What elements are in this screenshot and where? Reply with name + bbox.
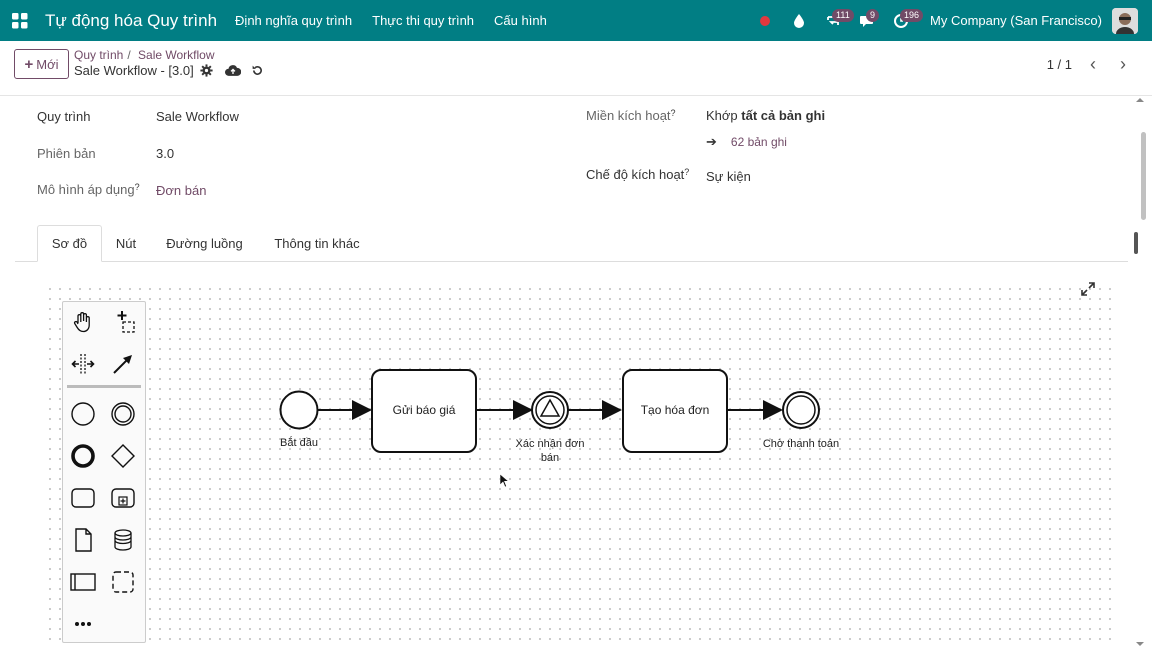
discard-icon[interactable] xyxy=(251,64,264,77)
breadcrumb-sale-workflow[interactable]: Sale Workflow xyxy=(138,48,214,62)
task-create-invoice-label: Tạo hóa đơn xyxy=(641,403,710,417)
new-button-label: Mới xyxy=(36,56,59,72)
intermediate-event-label-line2: bán xyxy=(541,452,559,464)
company-switcher[interactable]: My Company (San Francisco) xyxy=(930,13,1102,28)
more-tools-icon[interactable] xyxy=(67,608,99,640)
record-title: Sale Workflow - [3.0] xyxy=(74,63,264,78)
chevron-left-icon[interactable]: ‹ xyxy=(1078,51,1108,77)
top-navbar: Tự động hóa Quy trình Định nghĩa quy trì… xyxy=(0,0,1152,41)
intermediate-event-tool-icon[interactable] xyxy=(107,398,139,430)
form-sheet: Quy trình Sale Workflow Phiên bản 3.0 Mô… xyxy=(15,96,1128,648)
messages-icon[interactable]: 9 xyxy=(854,8,880,34)
drop-icon[interactable] xyxy=(786,8,812,34)
end-event-tool-icon[interactable] xyxy=(67,440,99,472)
apps-menu-icon[interactable] xyxy=(0,0,40,41)
task-send-quote-label: Gửi báo giá xyxy=(393,403,456,417)
page-scrollbar[interactable] xyxy=(1128,96,1152,648)
pool-tool-icon[interactable] xyxy=(67,566,99,598)
subprocess-tool-icon[interactable] xyxy=(107,482,139,514)
palette-separator xyxy=(67,385,141,388)
menu-configuration[interactable]: Cấu hình xyxy=(494,13,547,28)
menu-process-definition[interactable]: Định nghĩa quy trình xyxy=(235,13,352,28)
connect-tool-icon[interactable] xyxy=(107,348,139,380)
cloud-save-icon[interactable] xyxy=(224,64,241,77)
start-event[interactable] xyxy=(279,390,319,430)
control-panel: + Mới Quy trình / Sale Workflow Sale Workf… xyxy=(0,41,1152,96)
start-event-label: Bắt đầu xyxy=(280,436,318,449)
bpmn-palette xyxy=(62,301,146,643)
pager-value[interactable]: 1 / 1 xyxy=(1047,57,1072,72)
breadcrumb: Quy trình / Sale Workflow xyxy=(74,48,219,62)
clock-icon[interactable]: 196 xyxy=(888,8,924,34)
group-tool-icon[interactable] xyxy=(107,566,139,598)
task-tool-icon[interactable] xyxy=(67,482,99,514)
activity-badge: 111 xyxy=(832,8,854,22)
breadcrumb-process[interactable]: Quy trình xyxy=(74,48,123,62)
breadcrumb-separator: / xyxy=(127,48,131,62)
chevron-right-icon[interactable]: › xyxy=(1108,51,1138,77)
new-button[interactable]: + Mới xyxy=(14,49,69,79)
menu-process-execution[interactable]: Thực thi quy trình xyxy=(372,13,474,28)
activity-icon[interactable]: 111 xyxy=(820,8,854,34)
gear-icon[interactable] xyxy=(200,64,213,77)
mouse-cursor-icon xyxy=(499,473,510,488)
avatar[interactable] xyxy=(1112,7,1138,34)
lasso-tool-icon[interactable] xyxy=(107,306,139,338)
clock-badge: 196 xyxy=(900,8,924,22)
space-tool-icon[interactable] xyxy=(67,348,99,380)
messages-badge: 9 xyxy=(866,8,880,22)
start-event-tool-icon[interactable] xyxy=(67,398,99,430)
gateway-tool-icon[interactable] xyxy=(107,440,139,472)
data-store-tool-icon[interactable] xyxy=(107,524,139,556)
record-title-text: Sale Workflow - [3.0] xyxy=(74,63,194,78)
event-awaiting-payment[interactable] xyxy=(782,391,820,429)
hand-tool-icon[interactable] xyxy=(67,306,99,338)
plus-icon: + xyxy=(24,55,34,73)
intermediate-event-confirm[interactable] xyxy=(531,391,569,429)
event-awaiting-payment-label: Chờ thanh toán xyxy=(763,438,839,450)
bpmn-diagram: Bắt đầu Gửi báo giá Xác nhận đơn bán Tạo… xyxy=(279,369,839,488)
app-title[interactable]: Tự động hóa Quy trình xyxy=(45,11,217,31)
intermediate-event-label-line1: Xác nhận đơn xyxy=(516,438,585,450)
data-object-tool-icon[interactable] xyxy=(67,524,99,556)
record-dot-icon[interactable] xyxy=(752,8,778,34)
